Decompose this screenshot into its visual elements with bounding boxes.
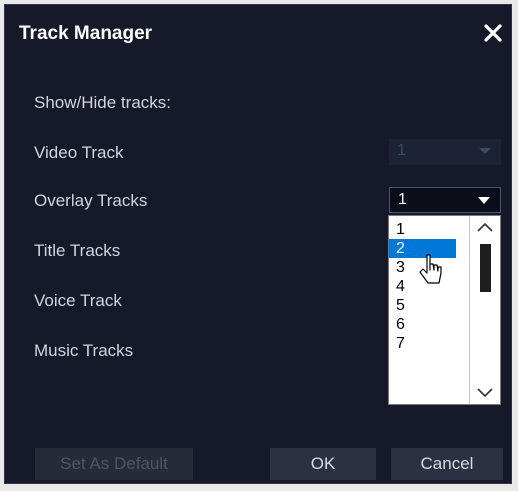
track-manager-dialog: Track Manager Show/Hide tracks: Video Tr… <box>4 4 512 484</box>
voice-track-label: Voice Track <box>34 291 122 310</box>
video-track-select: 1 <box>389 139 501 165</box>
dropdown-scrollbar[interactable] <box>469 216 500 404</box>
scroll-down-icon[interactable] <box>475 386 495 400</box>
cancel-button[interactable]: Cancel <box>391 448 503 480</box>
scroll-up-icon[interactable] <box>475 220 495 234</box>
title-bar: Track Manager <box>5 5 511 59</box>
dropdown-option-1[interactable]: 1 <box>389 220 467 239</box>
dialog-title: Track Manager <box>19 23 153 44</box>
overlay-tracks-dropdown-list[interactable]: 1 2 3 4 5 6 7 <box>388 215 501 405</box>
close-icon[interactable] <box>481 21 505 45</box>
set-as-default-button: Set As Default <box>35 448 193 480</box>
section-label: Show/Hide tracks: <box>34 93 171 112</box>
dropdown-option-6[interactable]: 6 <box>389 315 467 334</box>
overlay-tracks-select[interactable]: 1 <box>389 187 501 213</box>
mouse-pointer-icon <box>419 254 442 284</box>
video-track-value: 1 <box>397 142 406 159</box>
video-track-label: Video Track <box>34 143 124 162</box>
overlay-tracks-label: Overlay Tracks <box>34 191 148 210</box>
music-tracks-label: Music Tracks <box>34 341 134 360</box>
overlay-tracks-value: 1 <box>398 191 407 208</box>
ok-button[interactable]: OK <box>270 448 376 480</box>
title-tracks-label: Title Tracks <box>34 241 121 260</box>
chevron-down-icon[interactable] <box>478 197 490 204</box>
dropdown-option-7[interactable]: 7 <box>389 334 467 353</box>
scrollbar-thumb[interactable] <box>480 244 491 292</box>
chevron-down-icon <box>479 148 491 154</box>
dropdown-option-5[interactable]: 5 <box>389 296 467 315</box>
